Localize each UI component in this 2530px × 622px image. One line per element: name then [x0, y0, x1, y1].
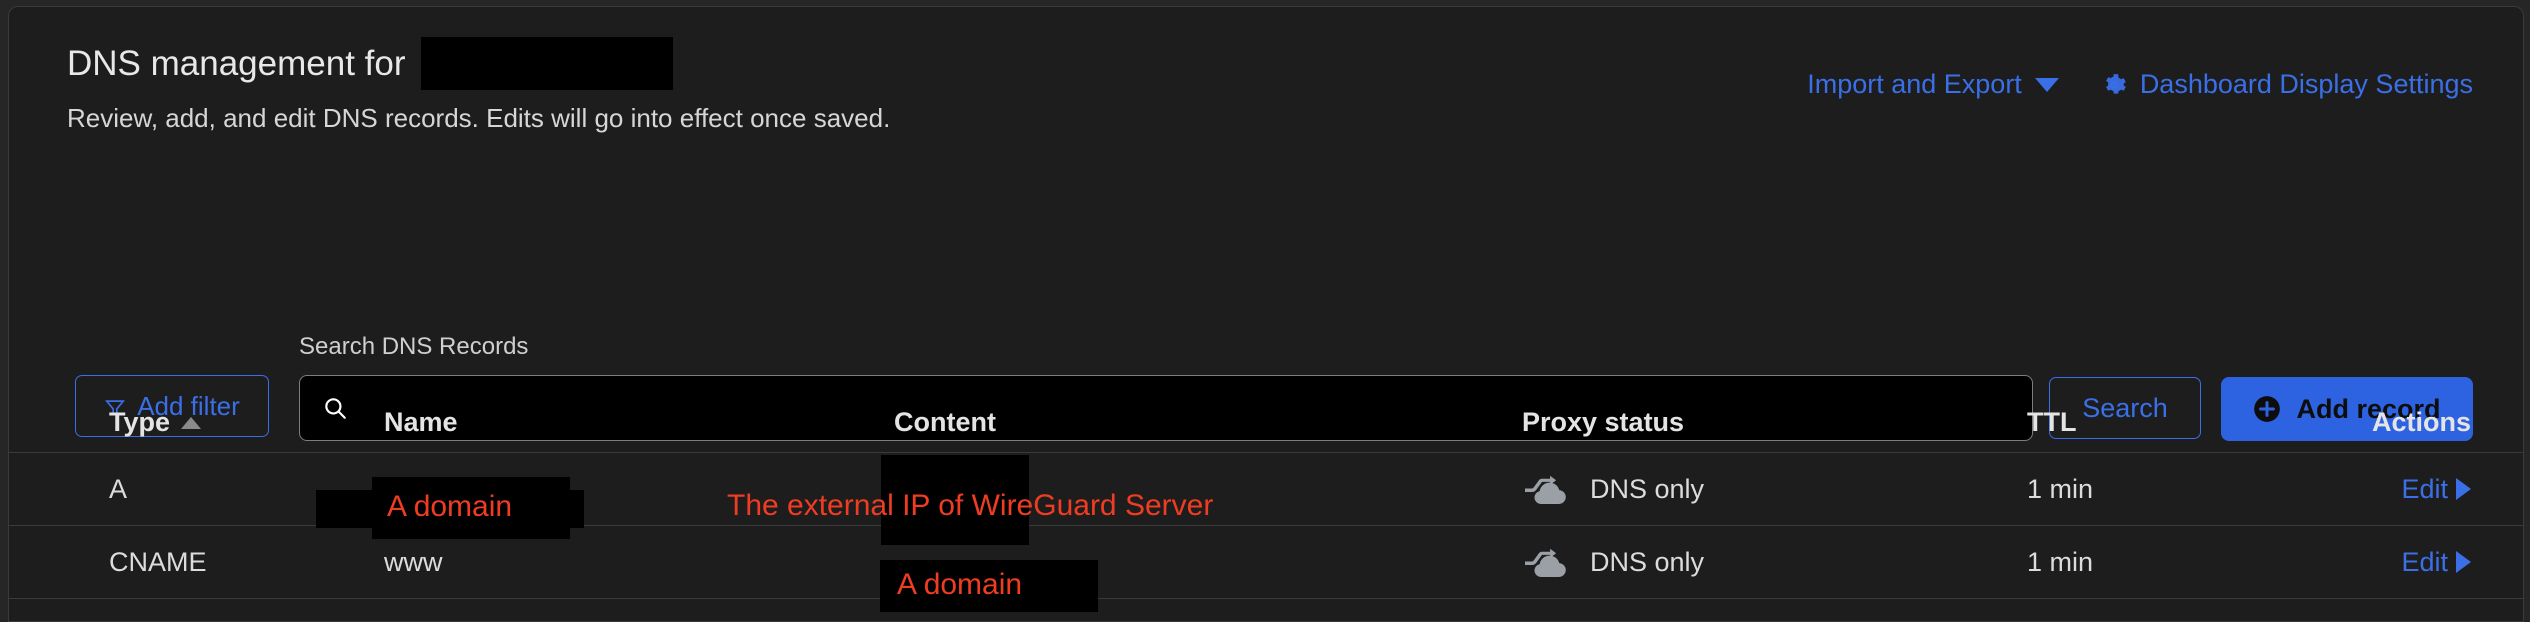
page-title: DNS management for	[67, 37, 674, 90]
page-header: DNS management for Review, add, and edit…	[9, 7, 2523, 133]
edit-record-link[interactable]: Edit	[2401, 547, 2471, 578]
header-actions: Import and Export Dashboard Display Sett…	[1807, 69, 2473, 100]
cell-ttl: 1 min	[2027, 473, 2094, 504]
column-header-type-label: Type	[109, 407, 171, 437]
edit-record-link[interactable]: Edit	[2401, 474, 2471, 505]
column-header-content[interactable]: Content	[894, 407, 996, 438]
table-row[interactable]: A DNS only 1 min Edit	[9, 453, 2523, 526]
edit-record-label: Edit	[2401, 473, 2448, 504]
page-title-text: DNS management for	[67, 43, 406, 83]
cell-type: CNAME	[109, 546, 207, 577]
grey-cloud-arrow-icon	[1522, 544, 1572, 580]
dns-management-card: DNS management for Review, add, and edit…	[8, 6, 2524, 622]
cell-proxy-status: DNS only	[1522, 544, 1704, 580]
column-header-name[interactable]: Name	[384, 407, 458, 438]
search-input-label: Search DNS Records	[299, 333, 529, 360]
column-header-type[interactable]: Type	[109, 407, 202, 438]
cell-name: www	[384, 546, 443, 577]
cell-proxy-status: DNS only	[1522, 471, 1704, 507]
cell-proxy-status-label: DNS only	[1590, 473, 1705, 504]
import-and-export-menu[interactable]: Import and Export	[1807, 69, 2059, 100]
cell-proxy-status-label: DNS only	[1590, 546, 1705, 577]
cell-type: A	[109, 473, 128, 504]
import-and-export-label: Import and Export	[1807, 69, 2022, 99]
chevron-right-icon	[2456, 551, 2471, 573]
cell-actions: Edit	[2401, 474, 2471, 505]
table-row[interactable]: CNAME www DNS only 1 min Edit	[9, 526, 2523, 599]
column-header-proxy-status[interactable]: Proxy status	[1522, 407, 1684, 438]
cell-ttl: 1 min	[2027, 546, 2094, 577]
column-header-ttl[interactable]: TTL	[2027, 407, 2076, 438]
sort-ascending-icon	[181, 416, 202, 429]
table-header-row: Type Name Content Proxy status TTL Actio…	[9, 393, 2523, 453]
cell-actions: Edit	[2401, 547, 2471, 578]
dashboard-display-settings-link[interactable]: Dashboard Display Settings	[2101, 69, 2473, 100]
chevron-down-icon	[2034, 77, 2059, 92]
records-toolbar: Search DNS Records Add filter Search Add…	[9, 111, 2523, 441]
dns-records-table: Type Name Content Proxy status TTL Actio…	[9, 393, 2523, 599]
chevron-right-icon	[2456, 478, 2471, 500]
edit-record-label: Edit	[2401, 546, 2448, 577]
column-header-actions: Actions	[2371, 407, 2471, 437]
dashboard-display-settings-label: Dashboard Display Settings	[2139, 69, 2473, 99]
grey-cloud-arrow-icon	[1522, 471, 1572, 507]
gear-icon	[2101, 72, 2127, 98]
redaction-block-domain	[421, 37, 674, 90]
